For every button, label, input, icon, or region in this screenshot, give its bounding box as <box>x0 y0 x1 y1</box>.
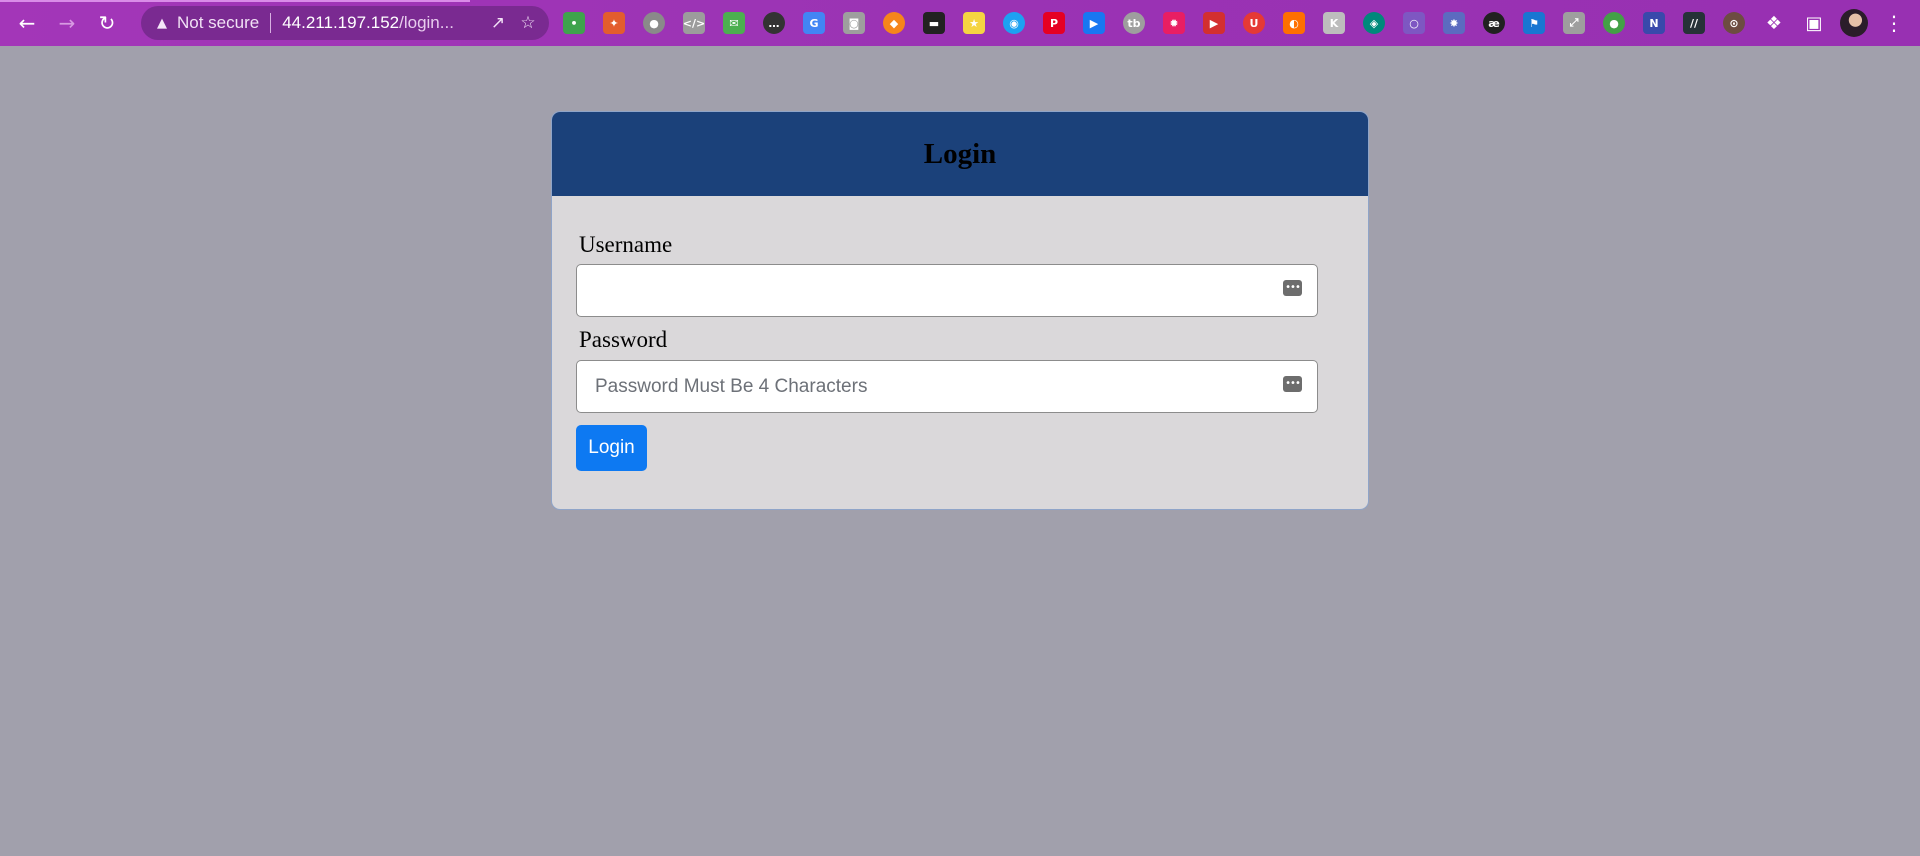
reload-icon: ↻ <box>98 11 116 35</box>
ext-8-icon[interactable]: ◙ <box>843 12 865 34</box>
ext-13-icon[interactable]: P <box>1043 12 1065 34</box>
password-label: Password <box>579 327 668 352</box>
forward-button[interactable]: → <box>47 3 87 43</box>
ext-5-icon[interactable]: ✉ <box>723 12 745 34</box>
ext-2-icon[interactable]: ✦ <box>603 12 625 34</box>
login-card-header: Login <box>552 112 1368 196</box>
omnibox-divider <box>270 13 272 33</box>
ext-6-icon[interactable]: … <box>763 12 785 34</box>
ext-9-icon[interactable]: ◆ <box>883 12 905 34</box>
address-bar[interactable]: ▲ Not secure 44.211.197.152/login... ↗ ☆ <box>141 6 549 40</box>
password-input[interactable] <box>576 360 1318 413</box>
ext-27-icon[interactable]: ● <box>1603 12 1625 34</box>
ext-23-icon[interactable]: ✸ <box>1443 12 1465 34</box>
url-text[interactable]: 44.211.197.152/login... <box>282 13 483 33</box>
back-button[interactable]: ← <box>7 3 47 43</box>
ext-24-icon[interactable]: æ <box>1483 12 1505 34</box>
ext-15-icon[interactable]: tb <box>1123 12 1145 34</box>
profile-avatar[interactable] <box>1840 9 1868 37</box>
ext-20-icon[interactable]: K <box>1323 12 1345 34</box>
ext-30-icon[interactable]: ⊙ <box>1723 12 1745 34</box>
kebab-menu-icon[interactable]: ⋮ <box>1874 3 1914 43</box>
security-status[interactable]: Not secure <box>177 13 259 33</box>
arrow-left-icon: ← <box>18 11 36 35</box>
ext-18-icon[interactable]: U <box>1243 12 1265 34</box>
url-path: /login... <box>399 13 454 32</box>
reload-button[interactable]: ↻ <box>87 3 127 43</box>
ext-3-icon[interactable]: ● <box>643 12 665 34</box>
ext-14-icon[interactable]: ▶ <box>1083 12 1105 34</box>
ext-10-icon[interactable]: ▬ <box>923 12 945 34</box>
page-load-indicator <box>0 0 470 2</box>
extension-icons: • ✦ ● </> ✉ … G ◙ ◆ ▬ ★ ◉ P ▶ tb ✹ ▶ U ◐ K ◈ ○ ✸ æ ⚑ ⤢ ● N // ⊙ <box>563 12 1763 34</box>
ext-26-icon[interactable]: ⤢ <box>1563 12 1585 34</box>
ext-4-icon[interactable]: </> <box>683 12 705 34</box>
password-manager-icon[interactable]: ••• <box>1283 280 1302 296</box>
ext-25-icon[interactable]: ⚑ <box>1523 12 1545 34</box>
ext-22-icon[interactable]: ○ <box>1403 12 1425 34</box>
url-host: 44.211.197.152 <box>282 13 400 32</box>
warning-icon: ▲ <box>157 15 167 31</box>
username-label: Username <box>579 232 673 257</box>
ext-16-icon[interactable]: ✹ <box>1163 12 1185 34</box>
ext-29-icon[interactable]: // <box>1683 12 1705 34</box>
toolbar-right: ❖ ▣ ⋮ <box>1754 0 1920 46</box>
ext-1-icon[interactable]: • <box>563 12 585 34</box>
ext-7-icon[interactable]: G <box>803 12 825 34</box>
puzzle-icon[interactable]: ❖ <box>1754 3 1794 43</box>
ext-21-icon[interactable]: ◈ <box>1363 12 1385 34</box>
username-input[interactable] <box>576 264 1318 317</box>
side-panel-icon[interactable]: ▣ <box>1794 3 1834 43</box>
ext-19-icon[interactable]: ◐ <box>1283 12 1305 34</box>
arrow-right-icon: → <box>58 11 76 35</box>
login-title: Login <box>923 137 997 170</box>
password-manager-icon[interactable]: ••• <box>1283 376 1302 392</box>
ext-12-icon[interactable]: ◉ <box>1003 12 1025 34</box>
ext-28-icon[interactable]: N <box>1643 12 1665 34</box>
ext-17-icon[interactable]: ▶ <box>1203 12 1225 34</box>
ext-11-icon[interactable]: ★ <box>963 12 985 34</box>
bookmark-star-icon[interactable]: ☆ <box>513 8 543 38</box>
share-icon[interactable]: ↗ <box>483 8 513 38</box>
login-button[interactable]: Login <box>576 425 647 471</box>
browser-toolbar: ← → ↻ ▲ Not secure 44.211.197.152/login.… <box>0 0 1920 46</box>
